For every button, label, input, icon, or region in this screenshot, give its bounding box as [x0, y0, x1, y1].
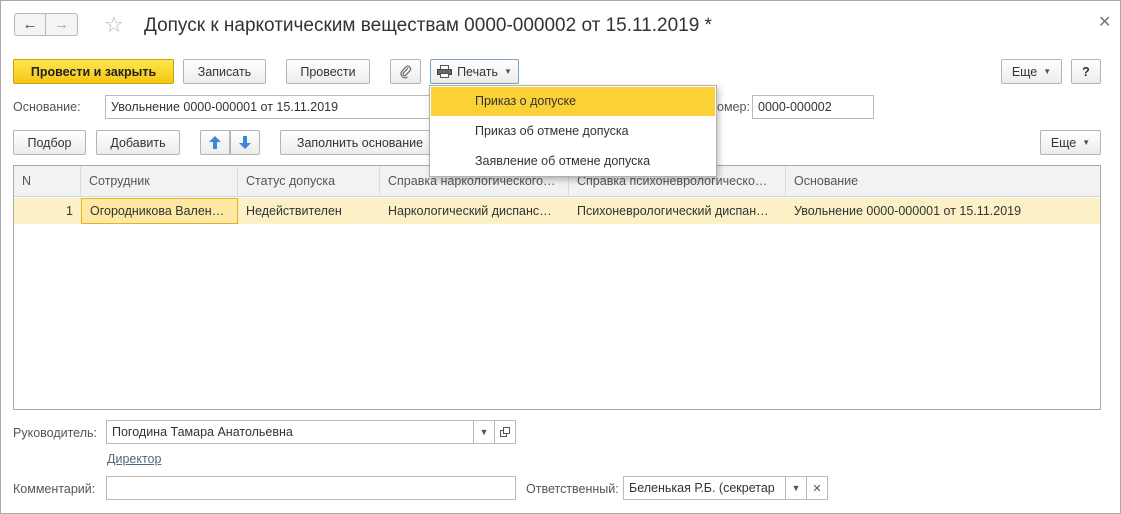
- print-menu: Приказ о допуске Приказ об отмене допуск…: [429, 85, 717, 177]
- chevron-down-icon: ▼: [479, 427, 489, 437]
- column-header-n[interactable]: N: [14, 166, 81, 197]
- page-title: Допуск к наркотическим веществам 0000-00…: [144, 15, 712, 36]
- table-row[interactable]: 1 Огородникова Вален… Недействителен Нар…: [14, 198, 1100, 224]
- printer-icon: [437, 65, 453, 78]
- column-header-status[interactable]: Статус допуска: [238, 166, 380, 197]
- pick-button[interactable]: Подбор: [13, 130, 86, 155]
- help-button[interactable]: ?: [1071, 59, 1101, 84]
- print-menu-item-admission-order[interactable]: Приказ о допуске: [431, 87, 715, 116]
- cell-psych-cert[interactable]: Психоневрологический диспан…: [569, 198, 786, 224]
- responsible-label: Ответственный:: [526, 482, 619, 496]
- back-button[interactable]: ←: [14, 13, 46, 36]
- manager-position-link[interactable]: Директор: [107, 452, 161, 466]
- chevron-down-icon: ▼: [791, 483, 801, 493]
- paperclip-icon: [399, 65, 412, 79]
- print-label: Печать: [457, 64, 499, 79]
- responsible-dropdown-button[interactable]: ▼: [785, 476, 807, 500]
- arrow-down-icon: [239, 136, 251, 149]
- chevron-down-icon: ▼: [1082, 138, 1091, 147]
- employees-table[interactable]: N Сотрудник Статус допуска Справка нарко…: [13, 165, 1101, 410]
- arrow-right-icon: →: [54, 16, 69, 33]
- responsible-field[interactable]: Беленькая Р.Б. (секретар: [623, 476, 786, 500]
- basis-field[interactable]: Увольнение 0000-000001 от 15.11.2019: [105, 95, 430, 119]
- arrow-up-icon: [209, 136, 221, 149]
- number-field[interactable]: 0000-000002: [752, 95, 874, 119]
- arrow-left-icon: ←: [22, 16, 38, 33]
- cell-n: 1: [66, 204, 73, 218]
- comment-field[interactable]: [106, 476, 516, 500]
- clear-icon: ✕: [812, 482, 822, 495]
- column-header-basis[interactable]: Основание: [786, 166, 1100, 197]
- cell-narc-cert[interactable]: Наркологический диспанс…: [380, 198, 569, 224]
- print-menu-item-cancel-order[interactable]: Приказ об отмене допуска: [431, 117, 715, 146]
- post-button[interactable]: Провести: [286, 59, 370, 84]
- column-header-employee[interactable]: Сотрудник: [81, 166, 238, 197]
- save-button[interactable]: Записать: [183, 59, 266, 84]
- manager-dropdown-button[interactable]: ▼: [473, 420, 495, 444]
- print-menu-item-cancel-application[interactable]: Заявление об отмене допуска: [431, 147, 715, 176]
- forward-button[interactable]: →: [46, 13, 78, 36]
- attach-button[interactable]: [390, 59, 421, 84]
- manager-field[interactable]: Погодина Тамара Анатольевна: [106, 420, 474, 444]
- move-down-button[interactable]: [230, 130, 260, 155]
- add-button[interactable]: Добавить: [96, 130, 180, 155]
- responsible-clear-button[interactable]: ✕: [806, 476, 828, 500]
- post-and-close-button[interactable]: Провести и закрыть: [13, 59, 174, 84]
- comment-label: Комментарий:: [13, 482, 96, 496]
- fill-basis-button[interactable]: Заполнить основание: [280, 130, 440, 155]
- close-icon[interactable]: ✕: [1098, 12, 1111, 32]
- number-label: омер:: [717, 100, 750, 114]
- move-up-button[interactable]: [200, 130, 230, 155]
- table-more-label: Еще: [1050, 135, 1077, 150]
- basis-label: Основание:: [13, 100, 81, 114]
- open-form-icon: [500, 427, 510, 437]
- more-button[interactable]: Еще ▼: [1001, 59, 1062, 84]
- manager-open-button[interactable]: [494, 420, 516, 444]
- more-label: Еще: [1011, 64, 1038, 79]
- manager-label: Руководитель:: [13, 426, 98, 440]
- cell-status[interactable]: Недействителен: [238, 198, 380, 224]
- cell-basis[interactable]: Увольнение 0000-000001 от 15.11.2019: [786, 198, 1100, 224]
- star-icon[interactable]: ☆: [104, 13, 124, 37]
- table-more-button[interactable]: Еще ▼: [1040, 130, 1101, 155]
- print-button[interactable]: Печать ▼: [430, 59, 519, 84]
- chevron-down-icon: ▼: [1043, 67, 1052, 76]
- cell-employee[interactable]: Огородникова Вален…: [81, 198, 238, 224]
- chevron-down-icon: ▼: [504, 67, 512, 76]
